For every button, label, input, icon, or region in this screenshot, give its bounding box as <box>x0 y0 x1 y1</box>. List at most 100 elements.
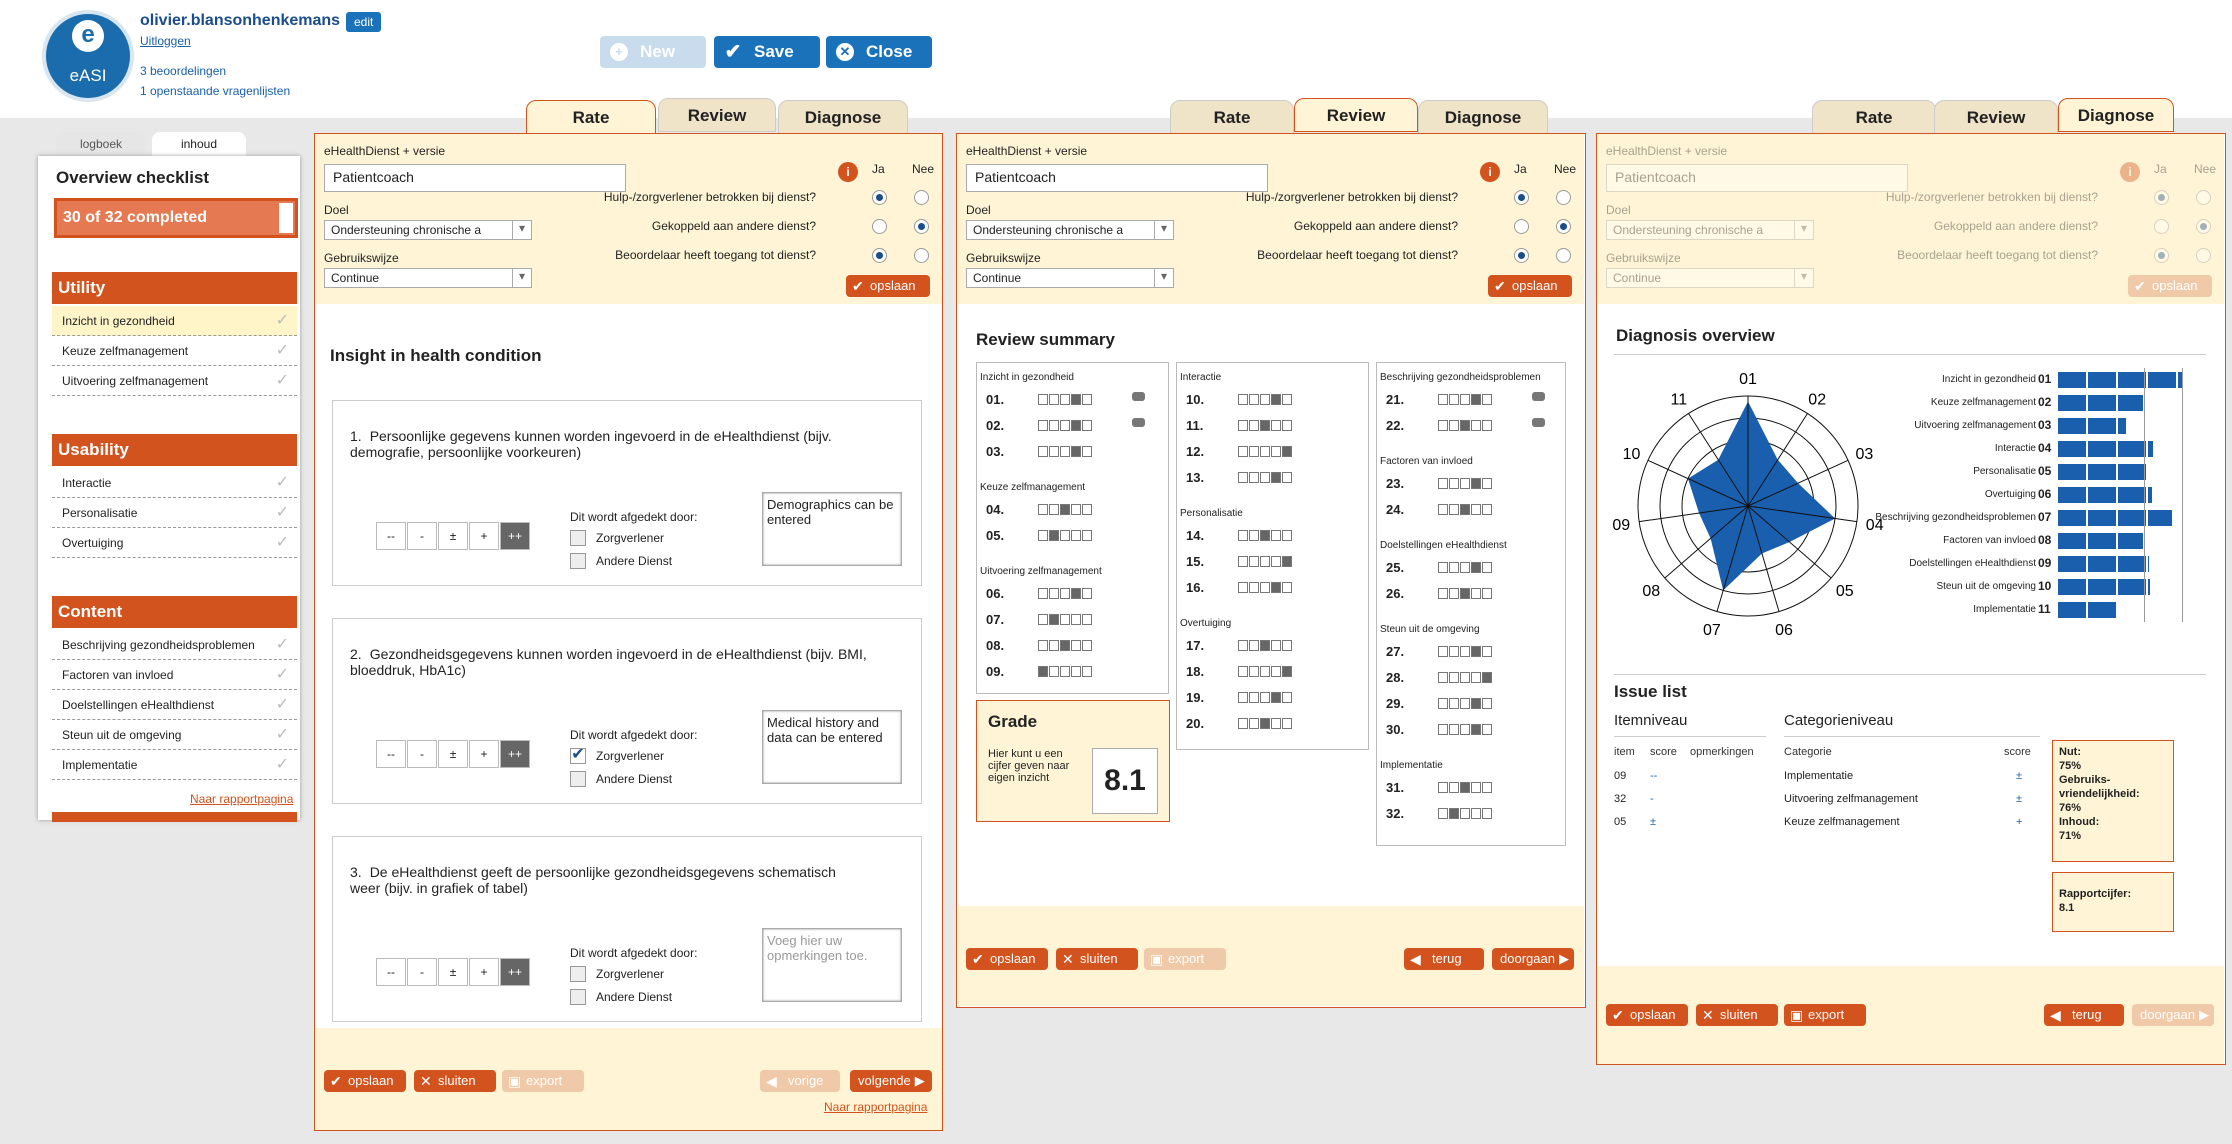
save-button[interactable]: ✔ opslaan <box>1488 275 1572 297</box>
scale-option[interactable]: -- <box>376 740 406 768</box>
save-button[interactable]: ✔ opslaan <box>1606 1004 1688 1026</box>
edit-button[interactable]: edit <box>346 12 382 32</box>
goal-select[interactable]: Ondersteuning chronische a <box>1606 220 1814 240</box>
service-input[interactable]: Patientcoach <box>1606 164 1908 192</box>
sidebar-item[interactable]: Factoren van invloed ✓ <box>52 660 297 690</box>
radio-yes[interactable] <box>1514 248 1529 263</box>
save-button[interactable]: ✔ opslaan <box>324 1070 406 1092</box>
sidebar-item[interactable]: Interactie ✓ <box>52 468 297 498</box>
service-input[interactable]: Patientcoach <box>324 164 626 192</box>
goal-select[interactable]: Ondersteuning chronische a <box>966 220 1174 240</box>
reviews-link[interactable]: 3 beoordelingen <box>140 64 226 78</box>
tab-diagnose[interactable]: Diagnose <box>778 100 908 134</box>
zorgverlener-checkbox[interactable] <box>570 530 586 546</box>
scale-option[interactable]: - <box>407 740 437 768</box>
radio-no[interactable] <box>2196 190 2211 205</box>
scale-option[interactable]: + <box>469 958 499 986</box>
open-questionnaires-link[interactable]: 1 openstaande vragenlijsten <box>140 84 290 98</box>
next-button[interactable]: volgende ▶ <box>850 1070 932 1092</box>
radio-yes[interactable] <box>1514 190 1529 205</box>
export-button[interactable]: ▣ export <box>1144 948 1226 970</box>
close-button[interactable]: ✕ sluiten <box>1696 1004 1778 1026</box>
continue-button[interactable]: doorgaan ▶ <box>1492 948 1574 970</box>
sidebar-item[interactable]: Uitvoering zelfmanagement ✓ <box>52 366 297 396</box>
radio-no[interactable] <box>2196 248 2211 263</box>
radio-no[interactable] <box>914 190 929 205</box>
tab-review[interactable]: Review <box>1294 98 1418 132</box>
sidebar-item[interactable]: Overtuiging ✓ <box>52 528 297 558</box>
comment-icon[interactable] <box>1532 418 1545 427</box>
sidebar-item[interactable]: Keuze zelfmanagement ✓ <box>52 336 297 366</box>
report-link[interactable]: Naar rapportpagina <box>824 1100 927 1114</box>
back-button[interactable]: ◀ terug <box>1404 948 1484 970</box>
scale-option[interactable]: ± <box>438 740 468 768</box>
sidebar-item[interactable]: Beschrijving gezondheidsproblemen ✓ <box>52 630 297 660</box>
radio-no[interactable] <box>914 219 929 234</box>
tab-logboek[interactable]: logboek <box>56 132 146 156</box>
usage-select[interactable]: Continue <box>1606 268 1814 288</box>
scale-option[interactable]: + <box>469 740 499 768</box>
usage-select[interactable]: Continue <box>324 268 532 288</box>
logout-link[interactable]: Uitloggen <box>140 34 191 48</box>
grade-value[interactable]: 8.1 <box>1092 748 1158 814</box>
radio-no[interactable] <box>914 248 929 263</box>
info-icon[interactable]: i <box>2120 162 2140 182</box>
sidebar-item[interactable]: Implementatie ✓ <box>52 750 297 780</box>
andere-dienst-checkbox[interactable] <box>570 553 586 569</box>
export-button[interactable]: ▣ export <box>1784 1004 1866 1026</box>
usage-select[interactable]: Continue <box>966 268 1174 288</box>
tab-rate[interactable]: Rate <box>1812 100 1936 134</box>
sidebar-item[interactable]: Personalisatie ✓ <box>52 498 297 528</box>
report-link[interactable]: Naar rapportpagina <box>190 792 293 806</box>
save-button[interactable]: ✔ opslaan <box>966 948 1048 970</box>
tab-inhoud[interactable]: inhoud <box>152 132 246 156</box>
radio-no[interactable] <box>1556 190 1571 205</box>
continue-button[interactable]: doorgaan ▶ <box>2132 1004 2214 1026</box>
tab-rate[interactable]: Rate <box>526 100 656 134</box>
comment-icon[interactable] <box>1132 418 1145 427</box>
comment-field[interactable]: Demographics can be entered <box>762 492 902 566</box>
radio-yes[interactable] <box>2154 219 2169 234</box>
scale-option[interactable]: ± <box>438 958 468 986</box>
scale-option[interactable]: ++ <box>500 522 530 550</box>
save-button[interactable]: ✔ opslaan <box>2128 275 2212 297</box>
radio-yes[interactable] <box>872 219 887 234</box>
zorgverlener-checkbox[interactable]: ✔ <box>570 747 586 764</box>
close-button[interactable]: ✕ Close <box>826 36 932 68</box>
scale-option[interactable]: -- <box>376 522 406 550</box>
scale-option[interactable]: ++ <box>500 958 530 986</box>
radio-yes[interactable] <box>872 190 887 205</box>
info-icon[interactable]: i <box>1480 162 1500 182</box>
save-button[interactable]: ✔ opslaan <box>846 275 930 297</box>
export-button[interactable]: ▣ export <box>502 1070 584 1092</box>
radio-yes[interactable] <box>1514 219 1529 234</box>
scale-option[interactable]: - <box>407 522 437 550</box>
info-icon[interactable]: i <box>838 162 858 182</box>
radio-yes[interactable] <box>872 248 887 263</box>
sidebar-item[interactable]: Steun uit de omgeving ✓ <box>52 720 297 750</box>
back-button[interactable]: ◀ terug <box>2044 1004 2124 1026</box>
save-button[interactable]: ✔ Save <box>714 36 820 68</box>
scale-option[interactable]: ++ <box>500 740 530 768</box>
radio-yes[interactable] <box>2154 190 2169 205</box>
radio-no[interactable] <box>1556 219 1571 234</box>
scale-option[interactable]: ± <box>438 522 468 550</box>
tab-diagnose[interactable]: Diagnose <box>2058 98 2174 132</box>
comment-field[interactable]: Medical history and data can be entered <box>762 710 902 784</box>
service-input[interactable]: Patientcoach <box>966 164 1268 192</box>
tab-diagnose[interactable]: Diagnose <box>1418 100 1548 134</box>
comment-icon[interactable] <box>1132 392 1145 401</box>
andere-dienst-checkbox[interactable] <box>570 989 586 1005</box>
scale-option[interactable]: - <box>407 958 437 986</box>
radio-no[interactable] <box>1556 248 1571 263</box>
new-button[interactable]: + New <box>600 36 706 68</box>
sidebar-item[interactable]: Inzicht in gezondheid ✓ <box>52 306 297 336</box>
comment-field[interactable]: Voeg hier uw opmerkingen toe. <box>762 928 902 1002</box>
scale-option[interactable]: + <box>469 522 499 550</box>
radio-no[interactable] <box>2196 219 2211 234</box>
zorgverlener-checkbox[interactable] <box>570 966 586 982</box>
tab-review[interactable]: Review <box>1934 100 2058 134</box>
close-button[interactable]: ✕ sluiten <box>414 1070 496 1092</box>
prev-button[interactable]: ◀ vorige <box>760 1070 840 1092</box>
scale-option[interactable]: -- <box>376 958 406 986</box>
